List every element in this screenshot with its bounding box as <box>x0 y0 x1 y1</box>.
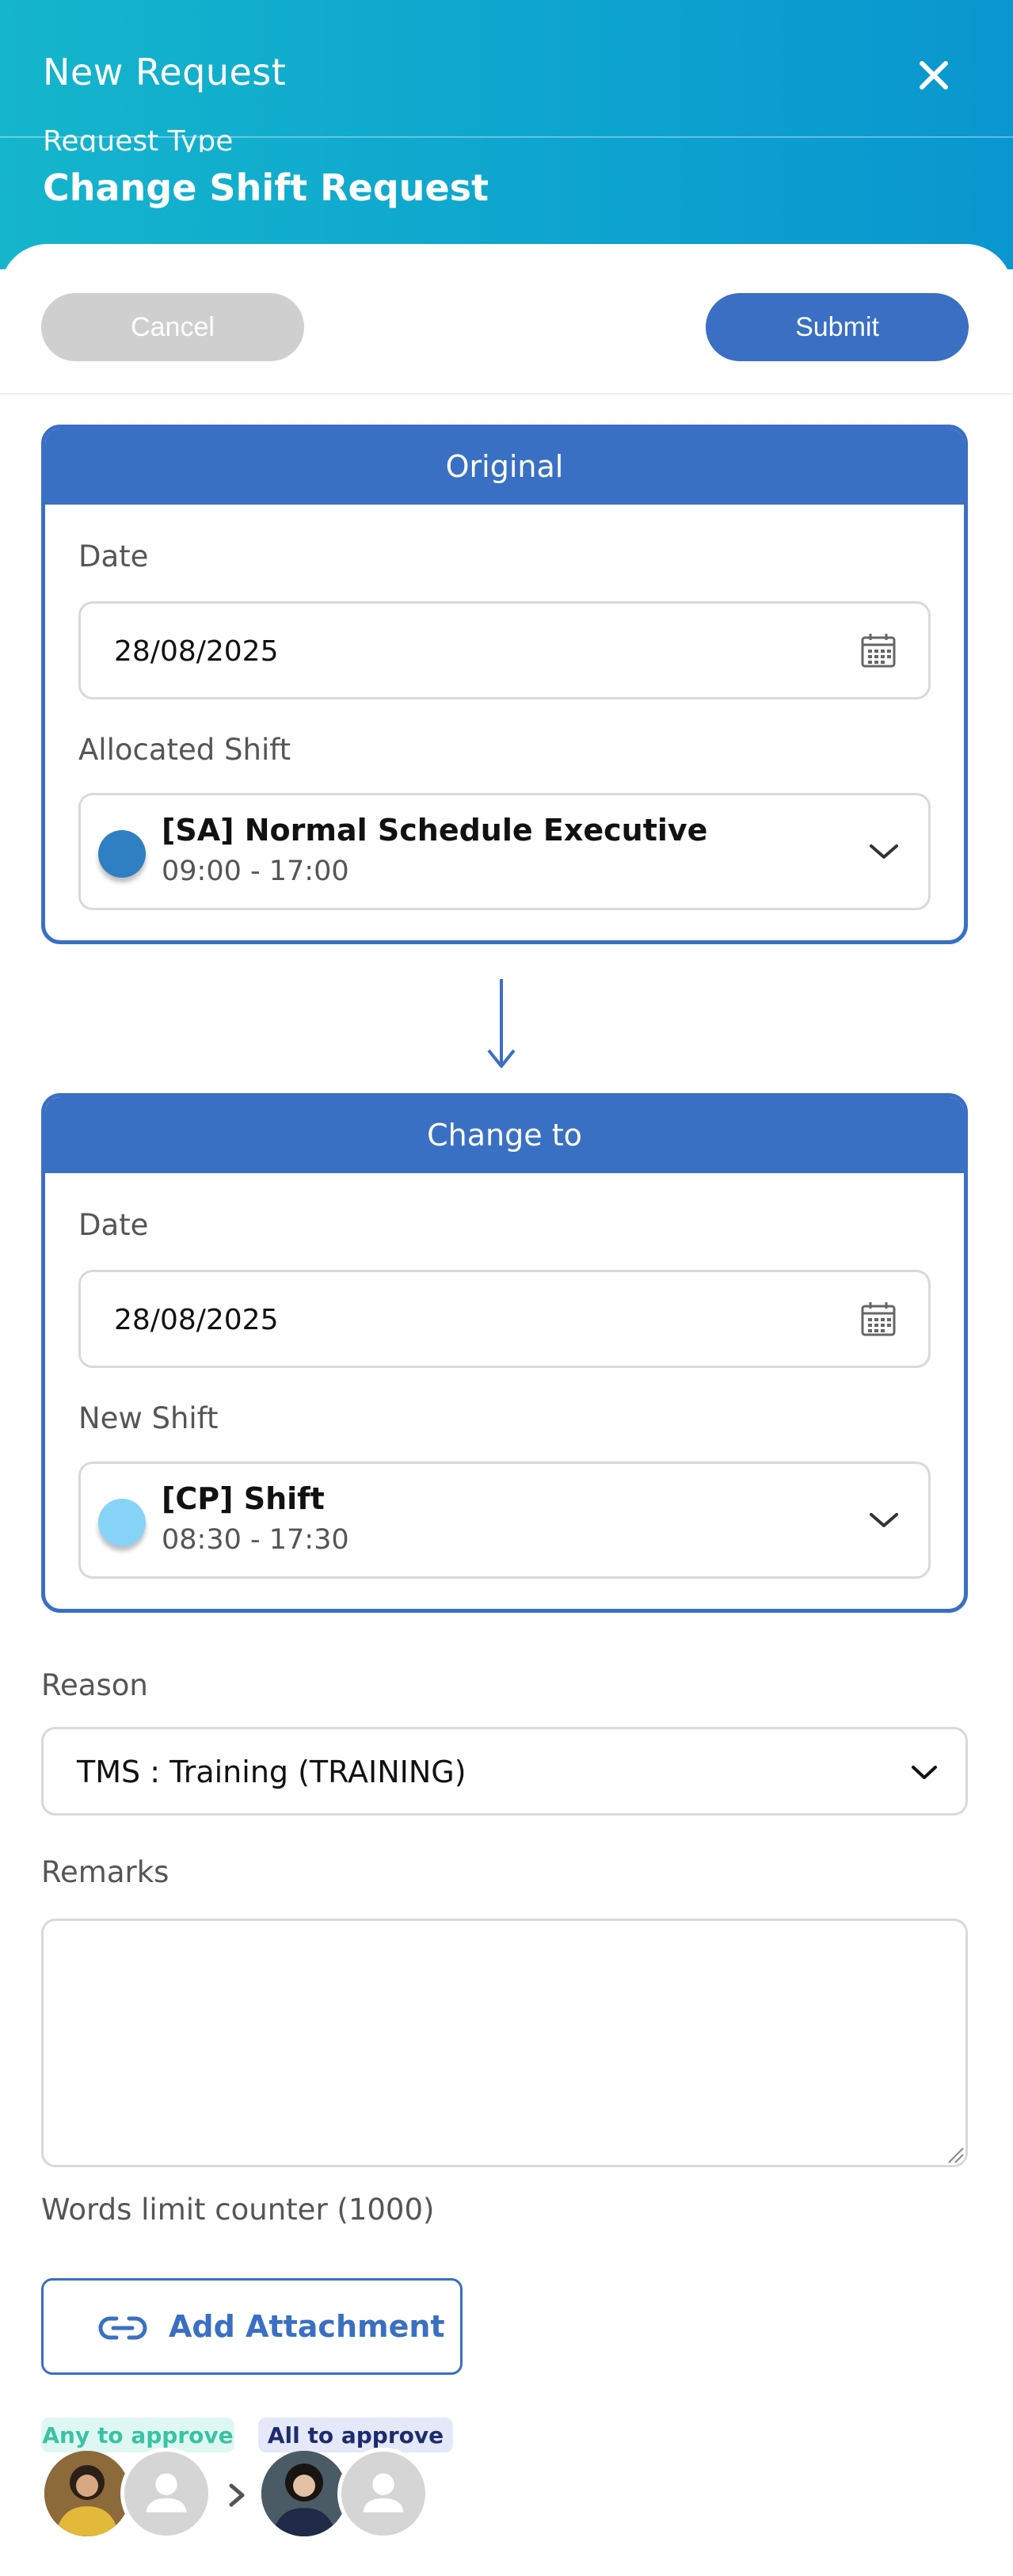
link-icon <box>98 2316 147 2340</box>
toolbar-divider <box>0 393 1013 394</box>
add-attachment-label: Add Attachment <box>169 2309 445 2344</box>
calendar-icon[interactable] <box>860 1301 897 1337</box>
original-date-label: Date <box>78 539 149 574</box>
user-placeholder-icon <box>363 2473 404 2513</box>
resize-handle-icon[interactable] <box>946 2145 965 2164</box>
allocated-shift-label: Allocated Shift <box>78 733 291 767</box>
allocated-shift-time: 09:00 - 17:00 <box>162 855 349 887</box>
original-date-value: 28/08/2025 <box>114 635 279 668</box>
user-placeholder-icon <box>146 2473 187 2513</box>
new-date-field[interactable]: 28/08/2025 <box>78 1270 931 1368</box>
cancel-button[interactable]: Cancel <box>41 293 304 361</box>
header: New Request Request Type Change Shift Re… <box>0 0 1013 269</box>
close-icon[interactable] <box>911 52 957 98</box>
new-shift-time: 08:30 - 17:30 <box>162 1524 349 1556</box>
new-shift-select[interactable]: [CP] Shift 08:30 - 17:30 <box>78 1461 931 1579</box>
remarks-textarea[interactable] <box>41 1919 968 2167</box>
calendar-icon[interactable] <box>860 632 897 669</box>
shift-color-dot <box>98 830 146 878</box>
words-limit-counter: Words limit counter (1000) <box>41 2193 435 2227</box>
reason-select[interactable]: TMS : Training (TRAINING) <box>41 1727 968 1816</box>
allocated-shift-select[interactable]: [SA] Normal Schedule Executive 09:00 - 1… <box>78 793 931 910</box>
allocated-shift-name: [SA] Normal Schedule Executive <box>162 813 708 848</box>
avatar[interactable] <box>337 2448 429 2540</box>
all-to-approve-tag: All to approve <box>258 2418 453 2452</box>
request-type-value: Change Shift Request <box>43 166 489 209</box>
change-to-card: Change to Date 28/08/2025 New Shift [CP]… <box>41 1093 968 1613</box>
original-card: Original Date 28/08/2025 Allocated Shift… <box>41 425 968 944</box>
arrow-down-icon <box>487 979 516 1068</box>
original-date-field[interactable]: 28/08/2025 <box>78 601 931 699</box>
any-to-approve-tag: Any to approve <box>41 2418 234 2452</box>
avatar[interactable] <box>261 2451 347 2536</box>
remarks-label: Remarks <box>41 1855 169 1889</box>
submit-button[interactable]: Submit <box>706 293 969 361</box>
chevron-right-icon <box>229 2483 245 2507</box>
original-card-heading: Original <box>45 429 964 505</box>
shift-color-dot <box>98 1499 146 1546</box>
new-date-value: 28/08/2025 <box>114 1304 279 1336</box>
add-attachment-button[interactable]: Add Attachment <box>41 2278 463 2375</box>
page-title: New Request <box>43 51 287 93</box>
reason-label: Reason <box>41 1668 148 1702</box>
new-date-label: Date <box>78 1208 149 1242</box>
avatar[interactable] <box>44 2451 130 2536</box>
chevron-down-icon[interactable] <box>907 1761 942 1785</box>
chevron-down-icon[interactable] <box>866 1508 901 1532</box>
change-to-card-heading: Change to <box>45 1097 964 1173</box>
chevron-down-icon[interactable] <box>866 840 901 863</box>
reason-value: TMS : Training (TRAINING) <box>77 1755 467 1789</box>
new-shift-label: New Shift <box>78 1401 219 1435</box>
new-shift-name: [CP] Shift <box>162 1481 325 1516</box>
request-type-label: Request Type <box>43 125 234 152</box>
avatar[interactable] <box>120 2448 212 2540</box>
